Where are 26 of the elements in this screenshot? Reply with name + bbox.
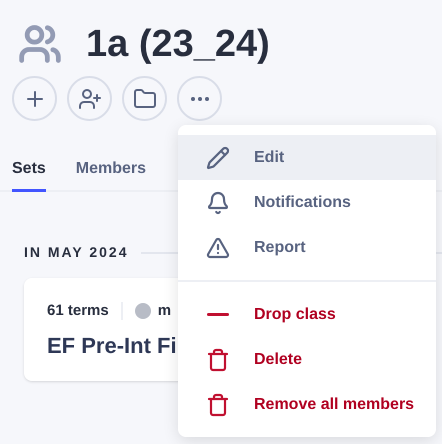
folder-icon [132,86,156,110]
menu-item[interactable]: Edit [178,135,436,180]
trash-icon [206,348,230,372]
folder-button[interactable] [122,76,167,121]
bell-icon [206,190,230,214]
pencil-icon [206,146,230,170]
trash-icon [206,392,230,416]
avatar-icon [134,303,151,320]
class-title: 1a (23_24) [86,25,270,63]
menu-item[interactable]: Remove all members [178,382,436,427]
section-heading: IN MAY 2024 [24,243,128,262]
author-name: m [158,301,172,321]
add-button[interactable] [12,76,57,121]
terms-count: 61 terms [47,301,109,321]
minus-icon [207,313,229,316]
warning-icon [206,236,230,260]
menu-item[interactable]: Report [178,225,436,270]
tab[interactable]: Sets [12,157,46,192]
menu-item[interactable]: Delete [178,337,436,382]
tab[interactable]: Members [76,157,146,192]
more-icon [190,96,208,100]
add-member-button[interactable] [67,76,112,121]
set-title: EF Pre-Int Fi [47,332,177,360]
menu-item[interactable]: Drop class [178,292,436,337]
menu-item[interactable]: Notifications [178,180,436,225]
add-person-icon [78,86,102,110]
